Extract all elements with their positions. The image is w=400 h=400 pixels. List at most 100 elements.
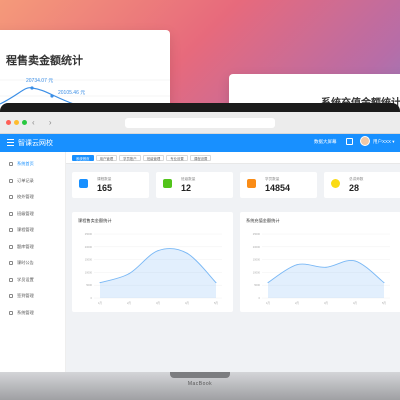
sales-chart-card: 课程售卖金额统计 25000 20000 15000 10000 5000 0 1月 2月 3月… xyxy=(72,212,233,312)
tags-bar: 系统首页 用户管理 学员账户 班级管理 专业设置 课程设置 xyxy=(66,152,400,164)
tab-users[interactable]: 用户管理 xyxy=(95,155,118,161)
sidebar-item-label: 校外管理 xyxy=(17,194,34,200)
sidebar-item-announcements[interactable]: 课时公告 xyxy=(0,255,65,272)
y-tick-label: 10000 xyxy=(253,270,261,274)
sidebar-item-label: 学员设置 xyxy=(17,276,34,282)
stat-value: 12 xyxy=(181,183,192,193)
data-point xyxy=(267,282,269,284)
sidebar-item-label: 签到管理 xyxy=(17,293,34,299)
x-tick-label: 1月 xyxy=(266,301,270,305)
data-point xyxy=(157,250,159,252)
tab-student-accounts[interactable]: 学员账户 xyxy=(119,155,141,161)
x-tick-label: 3月 xyxy=(156,301,160,305)
stat-label: 总讲师数 xyxy=(349,177,364,181)
sidebar-item-home[interactable]: 系统首页 xyxy=(0,156,65,173)
minimize-window-button[interactable] xyxy=(14,120,19,125)
x-tick-label: 4月 xyxy=(185,301,189,305)
graduation-cap-icon xyxy=(79,179,88,188)
course-icon xyxy=(9,228,13,233)
tab-home[interactable]: 系统首页 xyxy=(72,155,94,161)
sidebar-item-label: 课程管理 xyxy=(17,227,34,233)
sales-chart: 25000 20000 15000 10000 5000 0 1月 2月 3月 4月 5月 xyxy=(85,232,222,305)
x-tick-label: 2月 xyxy=(295,301,299,305)
browser-nav-arrows-icon[interactable]: ‹ › xyxy=(32,118,58,127)
tab-majors[interactable]: 专业设置 xyxy=(166,155,188,161)
tab-classes[interactable]: 班级管理 xyxy=(142,155,165,161)
menu-toggle-icon[interactable] xyxy=(7,139,14,147)
data-point xyxy=(215,282,217,284)
data-point xyxy=(354,260,356,262)
x-tick-label: 5月 xyxy=(214,301,218,305)
stat-card-teachers: 总讲师数 28 xyxy=(324,172,400,198)
sidebar-item-system[interactable]: 系统管理 xyxy=(0,305,65,322)
y-tick-label: 0 xyxy=(91,296,93,300)
sidebar-item-label: 题库管理 xyxy=(17,243,34,249)
background-point-label-2: 20105.46 元 xyxy=(58,90,85,96)
data-point xyxy=(325,266,327,268)
data-big-screen-link[interactable]: 数据大屏幕 xyxy=(314,139,337,145)
avatar[interactable] xyxy=(360,136,370,146)
x-tick-label: 2月 xyxy=(127,301,131,305)
app-header: 智课云网校 数据大屏幕 用户XXX ▾ xyxy=(0,134,400,152)
window-controls xyxy=(6,120,27,125)
sidebar-item-label: 课时公告 xyxy=(17,260,34,266)
stat-label: 课程数量 xyxy=(97,177,112,181)
series-area xyxy=(268,260,384,298)
y-tick-label: 5000 xyxy=(254,283,260,287)
sidebar-item-label: 系统管理 xyxy=(17,309,34,315)
y-tick-label: 25000 xyxy=(253,232,261,236)
class-icon xyxy=(163,179,172,188)
app-title: 智课云网校 xyxy=(18,140,53,147)
tab-courses[interactable]: 课程设置 xyxy=(189,155,212,161)
url-bar[interactable] xyxy=(125,118,275,128)
sidebar-item-school[interactable]: 校外管理 xyxy=(0,189,65,206)
sidebar-item-orders[interactable]: 订单记录 xyxy=(0,173,65,190)
sidebar-item-classes[interactable]: 班级管理 xyxy=(0,206,65,223)
home-icon xyxy=(9,162,13,167)
y-tick-label: 25000 xyxy=(85,232,93,236)
announcement-icon xyxy=(9,261,13,266)
close-window-button[interactable] xyxy=(6,120,11,125)
y-tick-label: 5000 xyxy=(86,283,92,287)
x-tick-label: 1月 xyxy=(98,301,102,305)
y-tick-label: 15000 xyxy=(253,258,261,262)
x-tick-label: 3月 xyxy=(324,301,328,305)
y-tick-label: 10000 xyxy=(85,270,93,274)
sidebar-item-courses[interactable]: 课程管理 xyxy=(0,222,65,239)
user-menu[interactable]: 用户XXX ▾ xyxy=(373,139,395,145)
y-tick-label: 15000 xyxy=(85,258,93,262)
stat-label: 学员数量 xyxy=(265,177,280,181)
background-point-label-1: 20734.07 元 xyxy=(26,78,53,84)
attendance-icon xyxy=(9,294,13,299)
fullscreen-icon[interactable] xyxy=(346,138,353,145)
sidebar: 系统首页 订单记录 校外管理 班级管理 课程管理 题库管理 课时公告 学员设置 … xyxy=(0,152,66,372)
sidebar-item-student-settings[interactable]: 学员设置 xyxy=(0,272,65,289)
sidebar-item-label: 班级管理 xyxy=(17,210,34,216)
stat-value: 28 xyxy=(349,183,360,193)
browser-toolbar: ‹ › xyxy=(0,112,400,134)
sidebar-item-attendance[interactable]: 签到管理 xyxy=(0,288,65,305)
stat-value: 14854 xyxy=(265,183,291,193)
stat-label: 班级数量 xyxy=(181,177,196,181)
question-bank-icon xyxy=(9,244,13,249)
recharge-chart: 25000 20000 15000 10000 5000 0 1月 2月 3月 4月 5月 xyxy=(253,232,390,305)
laptop-screen: ‹ › 智课云网校 数据大屏幕 用户XXX ▾ 系统首页 订单记录 校外管理 班… xyxy=(0,112,400,372)
stat-card-students: 学员数量 14854 xyxy=(240,172,317,198)
data-point xyxy=(383,282,385,284)
stat-value: 165 xyxy=(97,183,113,193)
charts-row: 课程售卖金额统计 25000 20000 15000 10000 5000 0 1月 2月 3月… xyxy=(72,212,400,312)
data-point xyxy=(296,264,298,266)
stat-card-classes: 班级数量 12 xyxy=(156,172,233,198)
class-icon xyxy=(9,211,13,216)
school-icon xyxy=(9,195,13,200)
laptop-notch xyxy=(170,372,230,378)
maximize-window-button[interactable] xyxy=(22,120,27,125)
data-point xyxy=(99,282,101,284)
y-tick-label: 20000 xyxy=(85,245,93,249)
user-icon xyxy=(247,179,256,188)
x-tick-label: 5月 xyxy=(382,301,386,305)
data-point xyxy=(186,252,188,254)
series-area xyxy=(100,248,216,298)
settings-icon xyxy=(9,310,13,315)
sidebar-item-question-bank[interactable]: 题库管理 xyxy=(0,239,65,256)
